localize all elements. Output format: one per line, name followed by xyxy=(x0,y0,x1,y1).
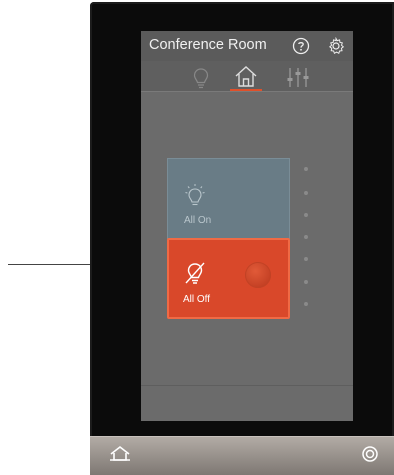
bezel-footer xyxy=(90,436,394,475)
page-dot[interactable] xyxy=(304,257,308,261)
page-indicator-dots xyxy=(304,167,310,327)
scene-all-off-button[interactable]: All Off xyxy=(167,238,290,319)
hardware-home-icon[interactable] xyxy=(108,444,132,464)
bottom-divider xyxy=(141,385,353,386)
page-dot[interactable] xyxy=(304,235,308,239)
scene-all-off-label: All Off xyxy=(183,294,211,305)
page-dot[interactable] xyxy=(304,191,308,195)
bulb-off-icon xyxy=(185,262,205,284)
hardware-power-icon[interactable] xyxy=(360,444,380,464)
page-dot[interactable] xyxy=(304,213,308,217)
top-bar: Conference Room xyxy=(141,31,353,61)
room-title: Conference Room xyxy=(149,37,267,53)
gear-icon[interactable] xyxy=(327,37,345,55)
scene-all-on-label: All On xyxy=(184,215,212,226)
scene-active-indicator xyxy=(245,262,271,288)
page-dot[interactable] xyxy=(304,280,308,284)
bulb-on-icon xyxy=(185,184,205,206)
help-icon[interactable] xyxy=(292,37,310,55)
page-dot[interactable] xyxy=(304,167,308,171)
active-tab-indicator xyxy=(230,89,262,91)
tab-home[interactable] xyxy=(231,63,261,91)
tab-sliders[interactable] xyxy=(283,63,313,91)
scene-all-on-button[interactable]: All On xyxy=(167,158,290,239)
tab-lights[interactable] xyxy=(186,63,216,91)
touch-screen: Conference Room All On All Off xyxy=(141,31,353,421)
page-dot[interactable] xyxy=(304,302,308,306)
